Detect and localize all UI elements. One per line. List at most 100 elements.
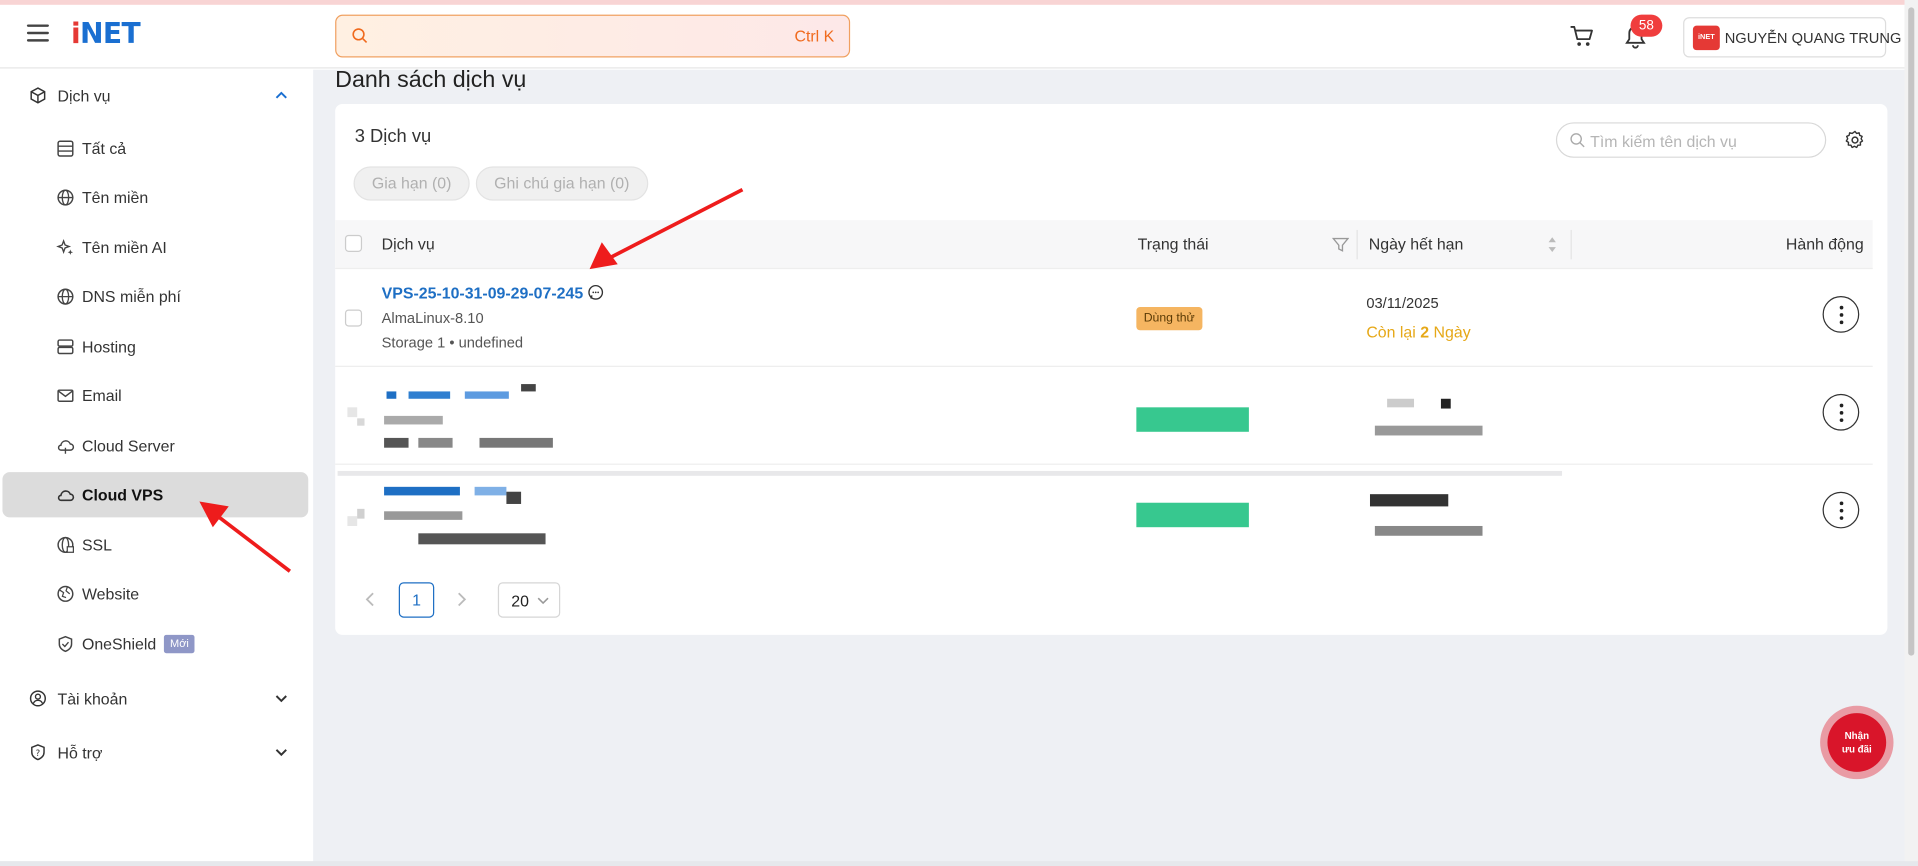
notification-badge: 58 — [1630, 14, 1663, 37]
column-expiry[interactable]: Ngày hết hạn — [1369, 235, 1464, 253]
top-header: iNET Ctrl K 58 iNET NGUYỄN QUANG TRUNG — [0, 4, 1905, 69]
service-search-input[interactable] — [1590, 129, 1817, 152]
sidebar-item-label: Cloud Server — [81, 436, 175, 456]
sidebar-item-ai-domains[interactable]: Tên miền AI — [2, 225, 308, 270]
comment-icon[interactable] — [587, 284, 604, 301]
sidebar-item-label: Tất cả — [81, 139, 127, 158]
more-actions-button[interactable] — [1822, 393, 1860, 431]
more-actions-button[interactable] — [1822, 491, 1860, 529]
sidebar-group-label: Tài khoản — [57, 689, 128, 709]
sidebar-item-email[interactable]: Email — [2, 373, 308, 418]
table-row[interactable] — [335, 367, 1873, 465]
cloud-icon — [57, 490, 75, 502]
box-icon — [30, 87, 46, 104]
vertical-scrollbar[interactable] — [1904, 0, 1918, 866]
bottom-strip — [0, 861, 1918, 866]
sidebar-item-oneshield[interactable]: OneShield Mới — [2, 621, 308, 666]
sidebar-item-ssl[interactable]: SSL — [2, 522, 308, 567]
pixelated-status — [1136, 502, 1249, 528]
filter-icon[interactable] — [1332, 236, 1350, 253]
pixelated-block — [1369, 494, 1449, 507]
help-shield-icon: ? — [31, 744, 45, 761]
search-icon — [1570, 133, 1585, 148]
table-row[interactable]: VPS-25-10-31-09-29-07-245 AlmaLinux-8.10… — [335, 269, 1873, 367]
services-card: 3 Dịch vụ Gia hạn (0) Ghi chú gia hạn (0… — [335, 103, 1888, 635]
sort-icon[interactable] — [1546, 235, 1558, 255]
pixelated-block — [1440, 398, 1451, 409]
sidebar-item-free-dns[interactable]: DNS miễn phí — [2, 274, 308, 319]
user-avatar-logo: iNET — [1692, 25, 1720, 51]
page-number-button[interactable]: 1 — [398, 582, 435, 618]
cart-icon[interactable] — [1569, 24, 1593, 48]
column-status[interactable]: Trạng thái — [1138, 235, 1209, 253]
next-page-icon[interactable] — [454, 591, 469, 608]
sidebar-item-label: Cloud VPS — [81, 485, 164, 504]
sidebar-item-label: Email — [81, 386, 122, 405]
column-separator — [1570, 229, 1572, 260]
row-checkbox[interactable] — [344, 309, 363, 327]
promo-inner: Nhận ưu đãi — [1827, 713, 1887, 772]
sidebar-item-label: DNS miễn phí — [81, 287, 181, 306]
sidebar-group-label: Dịch vụ — [57, 86, 111, 106]
promo-line1: Nhận — [1844, 730, 1870, 742]
sidebar-item-hosting[interactable]: Hosting — [2, 324, 308, 369]
select-all-checkbox[interactable] — [344, 234, 363, 252]
sidebar-item-all[interactable]: Tất cả — [2, 126, 308, 171]
sparkle-icon — [56, 239, 74, 255]
sidebar-group-label: Hỗ trợ — [57, 743, 103, 763]
sidebar-group-support[interactable]: ? Hỗ trợ — [0, 728, 313, 777]
table-row[interactable] — [335, 465, 1873, 563]
pixelated-block — [418, 437, 453, 448]
sidebar-item-website[interactable]: Website — [2, 571, 308, 616]
sidebar-item-label: Hosting — [81, 337, 136, 356]
pixelated-block — [1374, 425, 1483, 436]
column-separator — [1356, 229, 1358, 260]
more-actions-button[interactable] — [1822, 296, 1860, 333]
sidebar-item-cloud-vps[interactable]: Cloud VPS — [2, 472, 309, 518]
gear-icon[interactable] — [1845, 130, 1866, 151]
sidebar-group-account[interactable]: Tài khoản — [0, 674, 313, 723]
prev-page-icon[interactable] — [363, 591, 378, 608]
pixelated-block — [521, 384, 536, 392]
sidebar-item-label: Tên miền AI — [81, 238, 167, 257]
pixelated-block — [1387, 398, 1415, 408]
user-menu-button[interactable]: iNET NGUYỄN QUANG TRUNG — [1683, 17, 1901, 58]
remaining-days: Còn lại 2 Ngày — [1366, 323, 1470, 341]
pixelated-block — [384, 437, 409, 448]
remaining-prefix: Còn lại — [1366, 322, 1416, 342]
menu-icon[interactable] — [26, 24, 49, 44]
promo-button[interactable]: Nhận ưu đãi — [1820, 705, 1894, 780]
inet-logo[interactable]: iNET — [71, 18, 141, 50]
pixelated-block — [384, 415, 443, 425]
global-search-input[interactable] — [377, 23, 745, 51]
sidebar-item-label: SSL — [81, 535, 113, 555]
page-size-select[interactable]: 20 — [497, 582, 561, 618]
pixelated-block — [506, 491, 522, 504]
sidebar-item-domains[interactable]: Tên miền — [2, 175, 308, 220]
column-service[interactable]: Dịch vụ — [382, 235, 435, 253]
global-search[interactable]: Ctrl K — [335, 14, 851, 58]
renew-button[interactable]: Gia hạn (0) — [353, 166, 470, 201]
sidebar-item-cloud-server[interactable]: Cloud Server — [2, 423, 308, 468]
sidebar-group-services[interactable]: Dịch vụ — [0, 71, 313, 120]
expiry-date: 03/11/2025 — [1366, 294, 1439, 312]
pixelated-block — [357, 508, 365, 519]
mail-icon — [57, 389, 74, 402]
chevron-down-icon — [275, 749, 287, 757]
service-name-link[interactable]: VPS-25-10-31-09-29-07-245 — [382, 284, 584, 302]
pixelated-status — [1136, 407, 1249, 432]
pixelated-block — [479, 437, 553, 448]
service-search[interactable] — [1555, 122, 1827, 158]
sidebar-item-label: Tên miền — [81, 188, 149, 207]
pixelated-block — [418, 533, 546, 545]
remaining-suffix: Ngày — [1433, 322, 1471, 342]
list-icon — [57, 140, 74, 157]
globe-lock-icon — [57, 536, 75, 554]
main-content: Danh sách dịch vụ 3 Dịch vụ Gia hạn (0) … — [313, 67, 1905, 866]
page-title: Danh sách dịch vụ — [335, 67, 527, 93]
scrollbar-thumb[interactable] — [1908, 7, 1915, 656]
service-storage: Storage 1 • undefined — [381, 333, 524, 352]
user-name: NGUYỄN QUANG TRUNG — [1724, 29, 1902, 47]
user-circle-icon — [29, 690, 46, 707]
renew-note-button[interactable]: Ghi chú gia hạn (0) — [475, 166, 648, 201]
